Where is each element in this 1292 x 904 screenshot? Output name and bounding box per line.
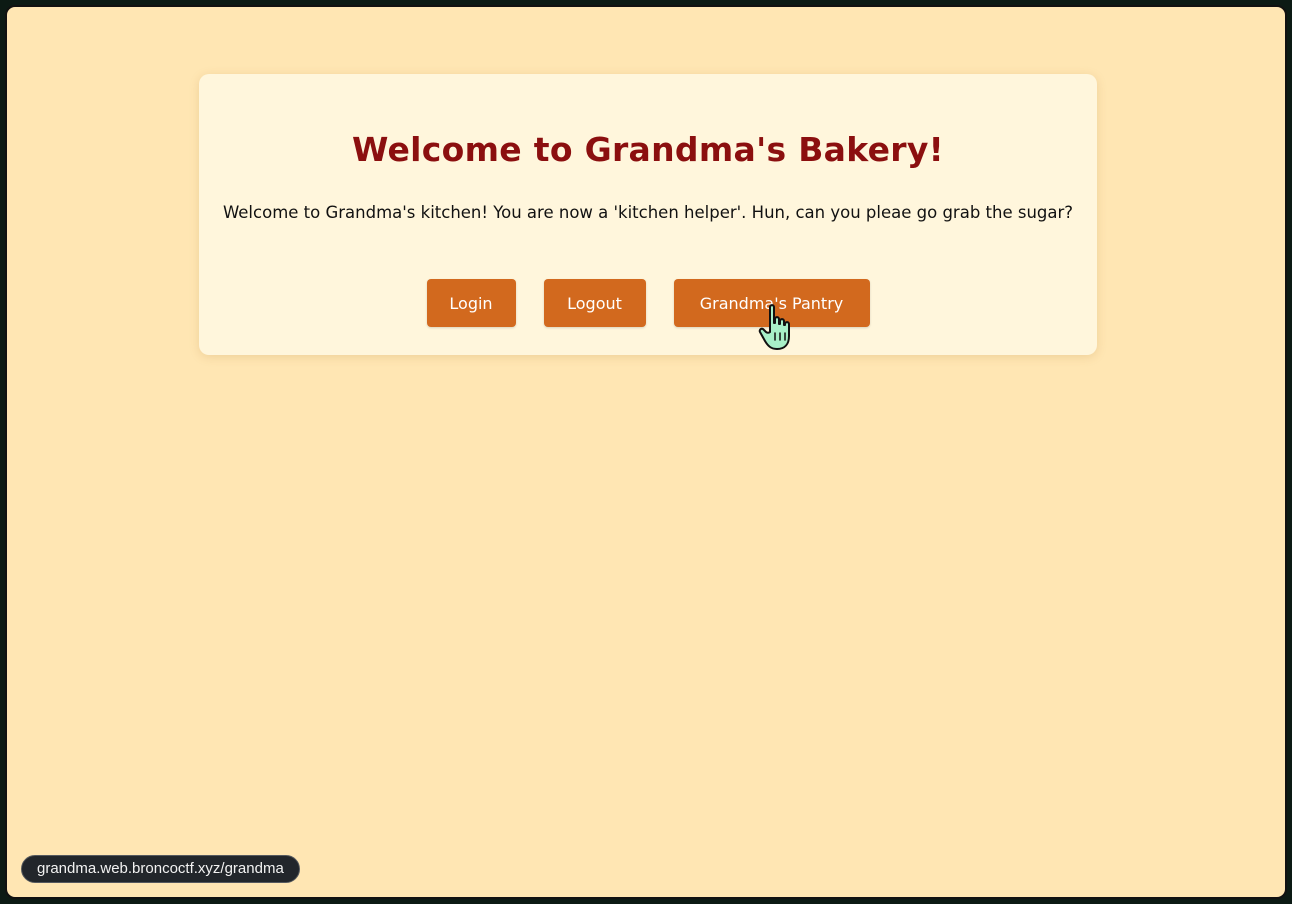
page-title: Welcome to Grandma's Bakery! [351,130,945,169]
welcome-card: Welcome to Grandma's Bakery! Welcome to … [199,74,1097,355]
grandmas-pantry-button[interactable]: Grandma's Pantry [673,279,870,327]
button-row: Login Logout Grandma's Pantry [199,279,1097,327]
browser-viewport: Welcome to Grandma's Bakery! Welcome to … [5,5,1287,899]
intro-text: Welcome to Grandma's kitchen! You are no… [222,203,1074,222]
login-button[interactable]: Login [426,279,516,327]
link-status-bar: grandma.web.broncoctf.xyz/grandma [21,855,300,883]
logout-button[interactable]: Logout [543,279,646,327]
